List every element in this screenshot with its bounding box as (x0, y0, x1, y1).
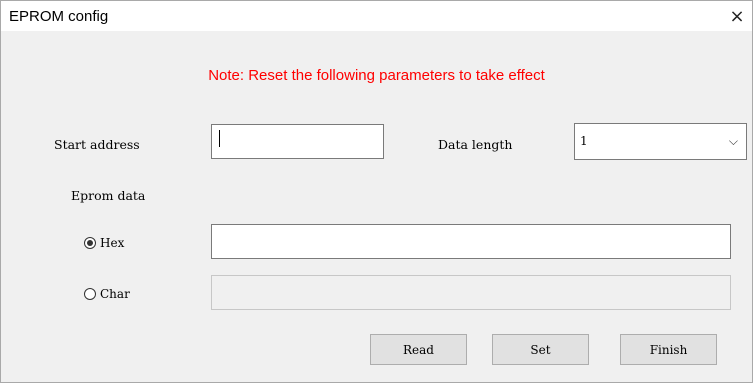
char-radio-label: Char (100, 287, 130, 301)
char-data-input[interactable] (211, 275, 731, 310)
set-button[interactable]: Set (492, 334, 589, 365)
window-title: EPROM config (9, 8, 109, 25)
radio-unselected-icon (84, 288, 96, 300)
hex-radio-label: Hex (100, 236, 125, 250)
close-icon[interactable]: × (722, 1, 752, 31)
finish-button[interactable]: Finish (620, 334, 717, 365)
reset-note: Note: Reset the following parameters to … (208, 67, 545, 84)
hex-radio[interactable]: Hex (84, 236, 124, 250)
eprom-data-label: Eprom data (71, 188, 146, 203)
data-length-value: 1 (580, 134, 588, 148)
start-address-label: Start address (54, 137, 140, 152)
char-radio[interactable]: Char (84, 287, 130, 301)
data-length-label: Data length (438, 137, 513, 152)
hex-data-input[interactable] (211, 224, 731, 259)
read-button[interactable]: Read (370, 334, 467, 365)
radio-selected-icon (84, 237, 96, 249)
start-address-input[interactable] (211, 124, 384, 159)
eprom-config-window: EPROM config × Note: Reset the following… (0, 0, 753, 383)
chevron-down-icon: ⌵ (728, 134, 738, 148)
title-bar: EPROM config × (1, 1, 752, 31)
text-caret (219, 130, 220, 147)
data-length-select[interactable]: 1 ⌵ (574, 123, 747, 160)
